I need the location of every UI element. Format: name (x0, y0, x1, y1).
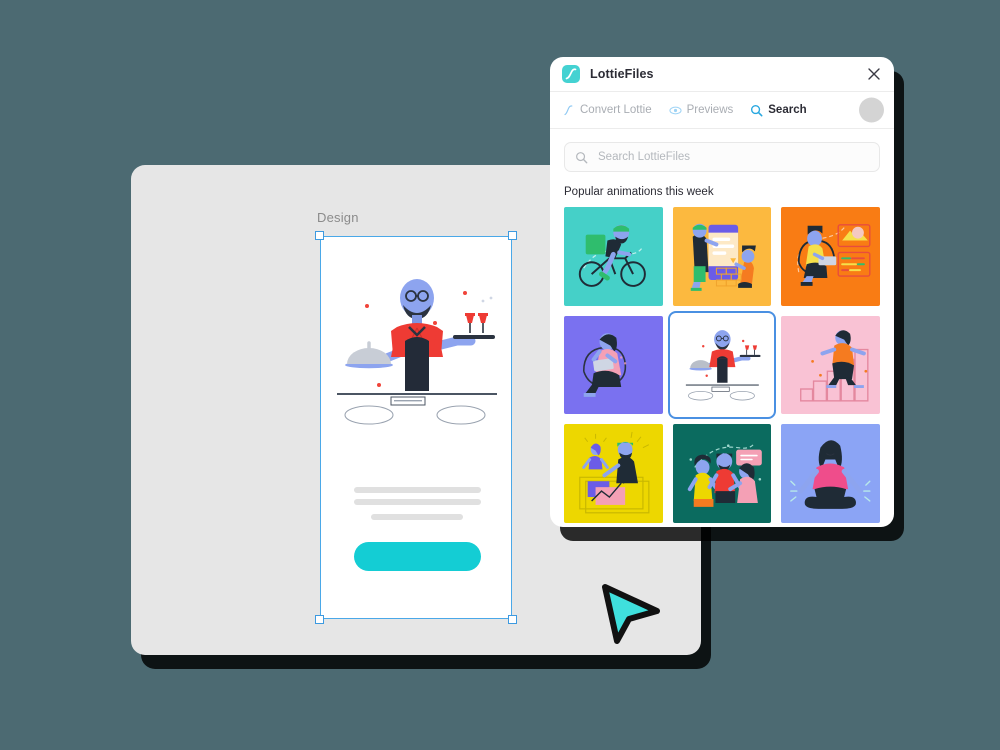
cta-button[interactable] (354, 542, 481, 571)
tab-convert-lottie[interactable]: Convert Lottie (562, 104, 652, 117)
waiter-illustration (337, 279, 497, 425)
arrow-cursor-icon (602, 584, 660, 644)
resize-handle-top-right[interactable] (508, 231, 517, 240)
avatar[interactable] (859, 97, 884, 123)
thumbnail-data-analytics[interactable] (564, 424, 663, 524)
thumbnail-team-meeting[interactable] (672, 424, 772, 524)
tab-previews[interactable]: Previews (669, 104, 734, 117)
thumbnail-delivery-cyclist[interactable] (564, 207, 663, 306)
resize-handle-top-left[interactable] (315, 231, 324, 240)
placeholder-text-line (371, 514, 463, 520)
thumbnail-coding-workspace[interactable] (781, 207, 880, 306)
thumbnail-growth-steps[interactable] (781, 315, 880, 415)
thumbnail-meditation[interactable] (781, 424, 880, 524)
screen: Design LottieFiles Convert Lottie Previe… (0, 0, 1000, 750)
search-icon (750, 104, 763, 117)
panel-body: Popular animations this week (550, 129, 894, 524)
close-icon[interactable] (864, 64, 884, 84)
section-title: Popular animations this week (564, 186, 714, 198)
animation-thumbnail-grid (564, 207, 880, 524)
placeholder-text-line (354, 487, 481, 493)
lottiefiles-plugin-panel: LottieFiles Convert Lottie Previews Sear… (550, 57, 894, 527)
tab-label: Convert Lottie (580, 104, 652, 116)
tab-search[interactable]: Search (750, 104, 807, 117)
artboard-selection[interactable] (315, 231, 517, 624)
tab-label: Previews (686, 104, 734, 116)
lottiefiles-logo-icon (562, 65, 580, 83)
thumbnail-remote-work[interactable] (564, 315, 663, 415)
tab-label: Search (768, 104, 807, 116)
search-input[interactable] (596, 150, 869, 164)
thumbnail-chat-app[interactable] (672, 207, 772, 306)
search-icon (575, 151, 588, 164)
layer-label: Design (317, 210, 359, 225)
resize-handle-bottom-right[interactable] (508, 615, 517, 624)
convert-lottie-icon (562, 104, 575, 117)
panel-tab-bar: Convert Lottie Previews Search (550, 92, 894, 129)
thumbnail-waiter-serving[interactable] (667, 310, 777, 420)
eye-icon (669, 104, 682, 117)
resize-handle-bottom-left[interactable] (315, 615, 324, 624)
app-title: LottieFiles (590, 67, 654, 81)
panel-titlebar: LottieFiles (550, 57, 894, 92)
search-box[interactable] (564, 142, 880, 172)
placeholder-text-line (354, 499, 481, 505)
artboard[interactable] (320, 236, 512, 619)
